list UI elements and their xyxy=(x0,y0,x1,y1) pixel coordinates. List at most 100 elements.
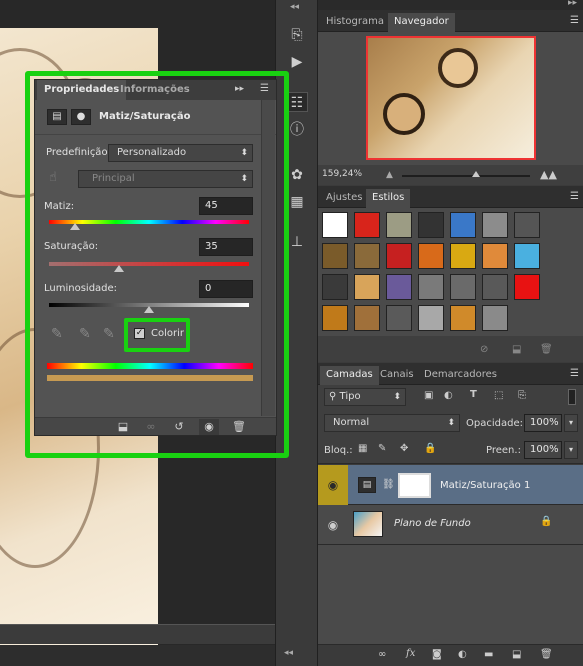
play-icon[interactable]: ▶ xyxy=(286,52,308,72)
zoom-in-icon[interactable]: ▲▲ xyxy=(540,168,557,181)
lock-position-icon[interactable]: ✥ xyxy=(400,443,408,454)
lock-icon[interactable]: 🔒 xyxy=(424,443,436,454)
tab-adjustments[interactable]: Ajustes xyxy=(320,189,368,208)
adjustment-filter-icon[interactable]: ◐ xyxy=(444,390,453,401)
layer-name[interactable]: Matiz/Saturação 1 xyxy=(440,480,530,491)
mask-icon[interactable]: ◙ xyxy=(432,649,442,660)
saturation-slider-track[interactable] xyxy=(49,262,249,266)
hue-input[interactable]: 45 xyxy=(199,197,253,215)
double-chevron-icon[interactable]: ▸▸ xyxy=(568,0,577,8)
new-layer-icon[interactable]: ⬓ xyxy=(512,649,521,660)
fill-input[interactable]: 100% xyxy=(524,441,562,459)
zoom-value[interactable]: 159,24% xyxy=(322,169,362,179)
link-icon[interactable]: ⛓ xyxy=(382,479,395,490)
style-swatch[interactable] xyxy=(354,243,380,269)
horizontal-scrollbar[interactable] xyxy=(0,624,275,644)
eye-icon[interactable]: ◉ xyxy=(199,419,219,435)
style-swatch[interactable] xyxy=(482,305,508,331)
tab-paths[interactable]: Demarcadores xyxy=(418,366,503,385)
trash-icon[interactable]: 🗑 xyxy=(229,419,249,435)
style-swatch[interactable] xyxy=(418,305,444,331)
filter-toggle[interactable] xyxy=(568,389,576,405)
style-swatch[interactable] xyxy=(450,274,476,300)
lightness-input[interactable]: 0 xyxy=(199,280,253,298)
view-previous-icon[interactable]: ∞ xyxy=(141,419,161,435)
lightness-slider-handle[interactable] xyxy=(144,306,154,313)
layer-row-background[interactable]: ◉ Plano de Fundo 🔒 xyxy=(318,505,583,545)
link-icon[interactable]: ∞ xyxy=(378,649,386,660)
eye-icon[interactable]: ◉ xyxy=(318,505,348,545)
zoom-slider[interactable] xyxy=(402,175,530,177)
saturation-slider-handle[interactable] xyxy=(114,265,124,272)
style-swatch[interactable] xyxy=(386,212,412,238)
style-swatch[interactable] xyxy=(322,243,348,269)
fill-dropdown-arrow[interactable]: ▾ xyxy=(564,441,578,459)
clear-style-icon[interactable]: ⊘ xyxy=(480,344,488,355)
zoom-slider-handle[interactable] xyxy=(472,171,480,177)
preset-dropdown[interactable]: Personalizado ⬍ xyxy=(108,144,253,162)
layer-name[interactable]: Plano de Fundo xyxy=(394,518,471,529)
pixel-filter-icon[interactable]: ▣ xyxy=(424,390,433,401)
style-swatch[interactable] xyxy=(322,305,348,331)
lock-pixels-icon[interactable]: ✎ xyxy=(378,443,386,454)
adjustment-layer-icon[interactable]: ▤ xyxy=(47,109,67,125)
hand-tool-icon[interactable]: ☝ xyxy=(49,170,57,185)
tab-histogram[interactable]: Histograma xyxy=(320,13,390,32)
layer-filter-dropdown[interactable]: ⚲ Tipo ⬍ xyxy=(324,388,406,406)
channel-dropdown[interactable]: Principal ⬍ xyxy=(78,170,253,188)
layer-mask-thumbnail[interactable] xyxy=(398,473,431,498)
double-chevron-icon[interactable]: ◂◂ xyxy=(284,648,293,658)
info-icon[interactable]: ⓘ xyxy=(286,120,308,140)
tab-navigator[interactable]: Navegador xyxy=(388,13,455,32)
adjustment-icon[interactable]: ◐ xyxy=(458,649,467,660)
blend-mode-dropdown[interactable]: Normal ⬍ xyxy=(324,414,460,432)
layer-row-hue-saturation[interactable]: ◉ ▤ ⛓ Matiz/Saturação 1 xyxy=(318,465,583,505)
properties-scrollbar[interactable] xyxy=(261,100,275,416)
eyedropper-add-icon[interactable]: ✎ xyxy=(79,326,91,342)
lock-transparency-icon[interactable]: ▦ xyxy=(358,443,367,454)
reset-icon[interactable]: ↺ xyxy=(169,419,189,435)
style-swatch[interactable] xyxy=(354,212,380,238)
fx-icon[interactable]: fx xyxy=(406,648,415,659)
saturation-input[interactable]: 35 xyxy=(199,238,253,256)
style-swatch[interactable] xyxy=(354,274,380,300)
style-swatch[interactable] xyxy=(418,243,444,269)
colorize-checkbox[interactable]: ✓ xyxy=(134,328,145,339)
style-swatch[interactable] xyxy=(514,243,540,269)
trash-icon[interactable]: 🗑 xyxy=(540,344,553,355)
style-swatch[interactable] xyxy=(354,305,380,331)
zoom-out-icon[interactable]: ▲ xyxy=(386,170,393,180)
menu-icon[interactable]: ☰ xyxy=(570,191,579,202)
style-swatch[interactable] xyxy=(386,274,412,300)
stamp-icon[interactable]: ⊥ xyxy=(286,232,308,252)
style-swatch[interactable] xyxy=(514,274,540,300)
style-swatch[interactable] xyxy=(450,243,476,269)
style-swatch[interactable] xyxy=(322,212,348,238)
expand-icon[interactable]: ▸▸ xyxy=(235,84,244,94)
style-swatch[interactable] xyxy=(322,274,348,300)
smart-object-filter-icon[interactable]: ⎘ xyxy=(518,390,526,401)
new-style-icon[interactable]: ⬓ xyxy=(512,344,521,355)
menu-icon[interactable]: ☰ xyxy=(260,83,269,94)
tab-layers[interactable]: Camadas xyxy=(320,366,379,385)
style-swatch[interactable] xyxy=(386,243,412,269)
hue-slider-handle[interactable] xyxy=(70,223,80,230)
style-swatch[interactable] xyxy=(386,305,412,331)
opacity-input[interactable]: 100% xyxy=(524,414,562,432)
menu-icon[interactable]: ☰ xyxy=(570,368,579,379)
opacity-dropdown-arrow[interactable]: ▾ xyxy=(564,414,578,432)
eyedropper-icon[interactable]: ✎ xyxy=(51,326,63,342)
type-filter-icon[interactable]: T xyxy=(470,389,477,400)
shape-filter-icon[interactable]: ⬚ xyxy=(494,390,503,401)
style-swatch[interactable] xyxy=(482,212,508,238)
tab-info[interactable]: Informações xyxy=(113,80,197,100)
style-swatch[interactable] xyxy=(450,305,476,331)
style-swatch[interactable] xyxy=(418,274,444,300)
navigator-thumbnail[interactable] xyxy=(366,36,536,160)
folder-icon[interactable]: ▬ xyxy=(484,649,493,660)
tab-styles[interactable]: Estilos xyxy=(366,189,411,208)
paint-palette-icon[interactable]: ✿ xyxy=(286,165,308,185)
style-swatch[interactable] xyxy=(450,212,476,238)
trash-icon[interactable]: 🗑 xyxy=(540,649,553,660)
menu-icon[interactable]: ☰ xyxy=(570,15,579,26)
